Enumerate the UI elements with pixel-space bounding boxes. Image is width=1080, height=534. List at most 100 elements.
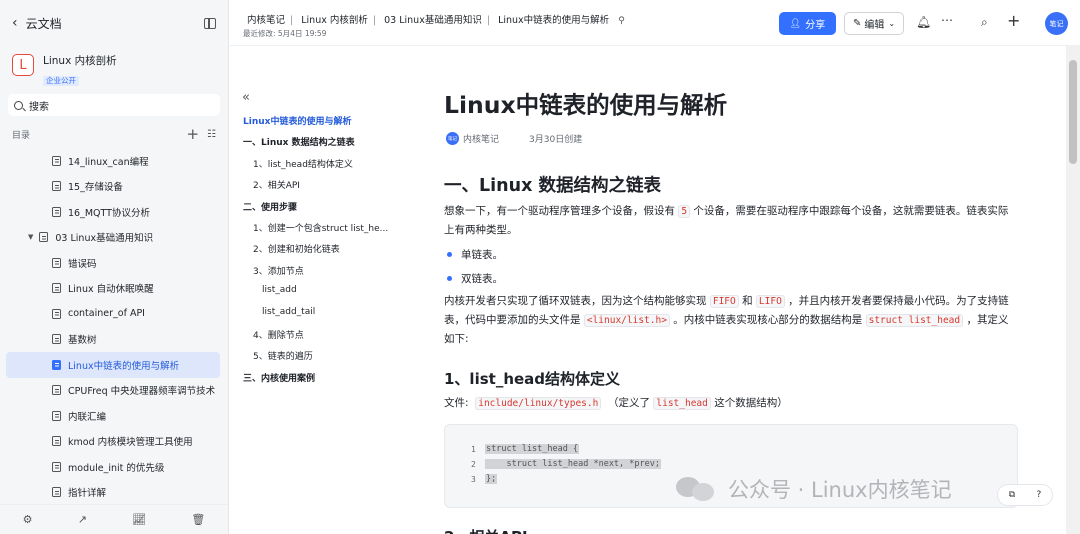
stats-icon[interactable]: 📈︎	[132, 513, 146, 526]
collapse-outline-icon[interactable]: «	[242, 90, 250, 105]
more-icon[interactable]: ⋯	[941, 13, 953, 27]
sidebar-item[interactable]: 16_MQTT协议分析	[6, 199, 220, 225]
outline-item[interactable]: 3、添加节点	[243, 264, 415, 285]
sidebar-item[interactable]: module_init 的优先级	[6, 454, 220, 480]
feedback-icon[interactable]: ⧉	[1009, 490, 1015, 500]
document-icon	[52, 206, 61, 217]
book-logo-icon: L	[12, 54, 34, 76]
created-date: 3月30日创建	[529, 135, 583, 145]
pin-icon[interactable]: ⚲	[618, 16, 625, 26]
sidebar-item[interactable]: 15_存储设备	[6, 174, 220, 200]
document-icon	[52, 461, 61, 472]
toc-label: 目录	[12, 130, 31, 141]
floating-actions: ⧉ ?	[997, 484, 1053, 506]
breadcrumb-item[interactable]: 内核笔记	[247, 15, 285, 26]
trash-icon[interactable]: 🗑︎	[191, 513, 205, 526]
document-icon	[52, 334, 61, 345]
sidebar-item[interactable]: kmod 内核模块管理工具使用	[6, 429, 220, 455]
help-icon[interactable]: ?	[1037, 490, 1042, 500]
document-icon	[52, 155, 61, 166]
document-icon	[52, 283, 61, 294]
list-item: 双链表。	[447, 271, 503, 286]
heading-1: 一、Linux 数据结构之链表	[444, 176, 661, 196]
wechat-icon	[676, 475, 714, 503]
sidebar-item[interactable]: 指针详解	[6, 480, 220, 506]
share-button[interactable]: 👤︎ 分享	[779, 12, 836, 35]
outline-item[interactable]: 一、Linux 数据结构之链表	[243, 135, 415, 156]
outline-item[interactable]: 1、创建一个包含struct list_he...	[243, 221, 415, 242]
outline-panel: « Linux中链表的使用与解析 一、Linux 数据结构之链表 1、list_he…	[230, 46, 420, 534]
outline-item[interactable]: 2、创建和初始化链表	[243, 242, 415, 263]
collapse-sidebar-icon[interactable]	[204, 17, 216, 29]
sidebar-header: ‹ 云文档	[0, 0, 228, 46]
back-icon[interactable]: ‹	[12, 15, 18, 31]
share-icon: 👤︎	[789, 18, 802, 29]
sidebar-item[interactable]: Linux 自动休眠唤醒	[6, 276, 220, 302]
outline-item[interactable]: list_add	[243, 285, 415, 306]
folder-doc-icon	[39, 232, 49, 243]
search-icon[interactable]: ⌕	[981, 15, 988, 30]
search-label: 搜索	[29, 101, 49, 113]
document-icon	[52, 385, 61, 396]
list-item: 单链表。	[447, 247, 503, 262]
scrollbar-thumb[interactable]	[1069, 60, 1077, 164]
add-icon[interactable]: +	[1007, 11, 1020, 30]
sidebar-item[interactable]: CPUFreq 中央处理器频率调节技术	[6, 378, 220, 404]
sidebar-item[interactable]: container_of API	[6, 301, 220, 327]
edit-button[interactable]: ✎ 编辑 ⌄	[844, 12, 904, 35]
bell-icon[interactable]: 🔔︎	[916, 15, 931, 29]
outline-item[interactable]: 三、内核使用案例	[243, 371, 415, 392]
outline-item[interactable]: 4、删除节点	[243, 328, 415, 349]
author-avatar: 笔记	[446, 132, 459, 145]
book-header[interactable]: L Linux 内核剖析 企业公开	[0, 46, 228, 88]
file-line: 文件: include/linux/types.h （定义了 list_head…	[444, 397, 788, 410]
outline-item[interactable]: list_add_tail	[243, 307, 415, 328]
breadcrumb-item[interactable]: 03 Linux基础通用知识	[384, 15, 482, 26]
edit-icon: ✎	[852, 18, 862, 29]
heading-1-2: 2、相关API	[444, 526, 528, 534]
document-icon	[52, 359, 61, 370]
tree-view-icon[interactable]: ☷	[207, 129, 216, 140]
outline-item[interactable]: 5、链表的遍历	[243, 349, 415, 370]
outline-item[interactable]: 二、使用步骤	[243, 200, 415, 221]
doc-title: Linux中链表的使用与解析	[444, 91, 728, 119]
code-line: struct list_head {	[485, 444, 580, 454]
sidebar-footer: ⚙ ↗ 📈︎ 🗑︎	[0, 504, 228, 534]
code-line: struct list_head *next, *prev;	[485, 459, 661, 469]
sidebar: ‹ 云文档 L Linux 内核剖析 企业公开 搜索 目录 + ☷ 14_lin…	[0, 0, 229, 534]
author-name[interactable]: 内核笔记	[463, 132, 499, 145]
share-out-icon[interactable]: ↗	[78, 513, 87, 526]
document-icon	[52, 181, 61, 192]
back-label[interactable]: 云文档	[26, 15, 62, 32]
author-row: 笔记 内核笔记 3月30日创建	[446, 132, 582, 145]
settings-icon[interactable]: ⚙	[23, 513, 33, 526]
avatar[interactable]: 笔记	[1045, 12, 1068, 35]
sidebar-item[interactable]: 错误码	[6, 250, 220, 276]
toc-header: 目录 + ☷	[0, 123, 228, 145]
chevron-down-icon[interactable]: ▼	[28, 233, 33, 241]
scrollbar[interactable]	[1066, 46, 1080, 534]
outline-item[interactable]: 2、相关API	[243, 178, 415, 199]
sidebar-item[interactable]: Linux中链表的使用与解析	[6, 352, 220, 378]
add-icon[interactable]: +	[186, 125, 199, 143]
breadcrumb-item[interactable]: Linux 内核剖析	[301, 15, 368, 26]
heading-1-1: 1、list_head结构体定义	[444, 370, 621, 388]
document-icon	[52, 410, 61, 421]
search-icon	[14, 100, 23, 110]
outline-item[interactable]: 1、list_head结构体定义	[243, 157, 415, 178]
code-line: };	[485, 474, 498, 484]
chevron-down-icon: ⌄	[888, 19, 896, 28]
search-box[interactable]: 搜索	[8, 94, 220, 116]
book-name: Linux 内核剖析	[43, 55, 117, 67]
sidebar-item[interactable]: 内联汇编	[6, 403, 220, 429]
sidebar-nav: 14_linux_can编程 15_存储设备 16_MQTT协议分析 ▼ 03 Linu…	[0, 148, 228, 505]
watermark: 公众号 · Linux内核笔记	[676, 474, 952, 504]
sidebar-item[interactable]: 14_linux_can编程	[6, 148, 220, 174]
sidebar-item[interactable]: 基数树	[6, 327, 220, 353]
sidebar-folder[interactable]: ▼ 03 Linux基础通用知识	[6, 225, 220, 251]
document-icon	[52, 436, 61, 447]
last-modified: 最近修改: 5月4日 19:59	[243, 29, 327, 38]
paragraph-1: 想象一下，有一个驱动程序管理多个设备，假设有 5 个设备，需要在驱动程序中跟踪每…	[444, 205, 1009, 236]
topbar: 内核笔记 | Linux 内核剖析 | 03 Linux基础通用知识 | Linux中…	[230, 0, 1080, 46]
outline-item[interactable]: Linux中链表的使用与解析	[243, 114, 415, 135]
